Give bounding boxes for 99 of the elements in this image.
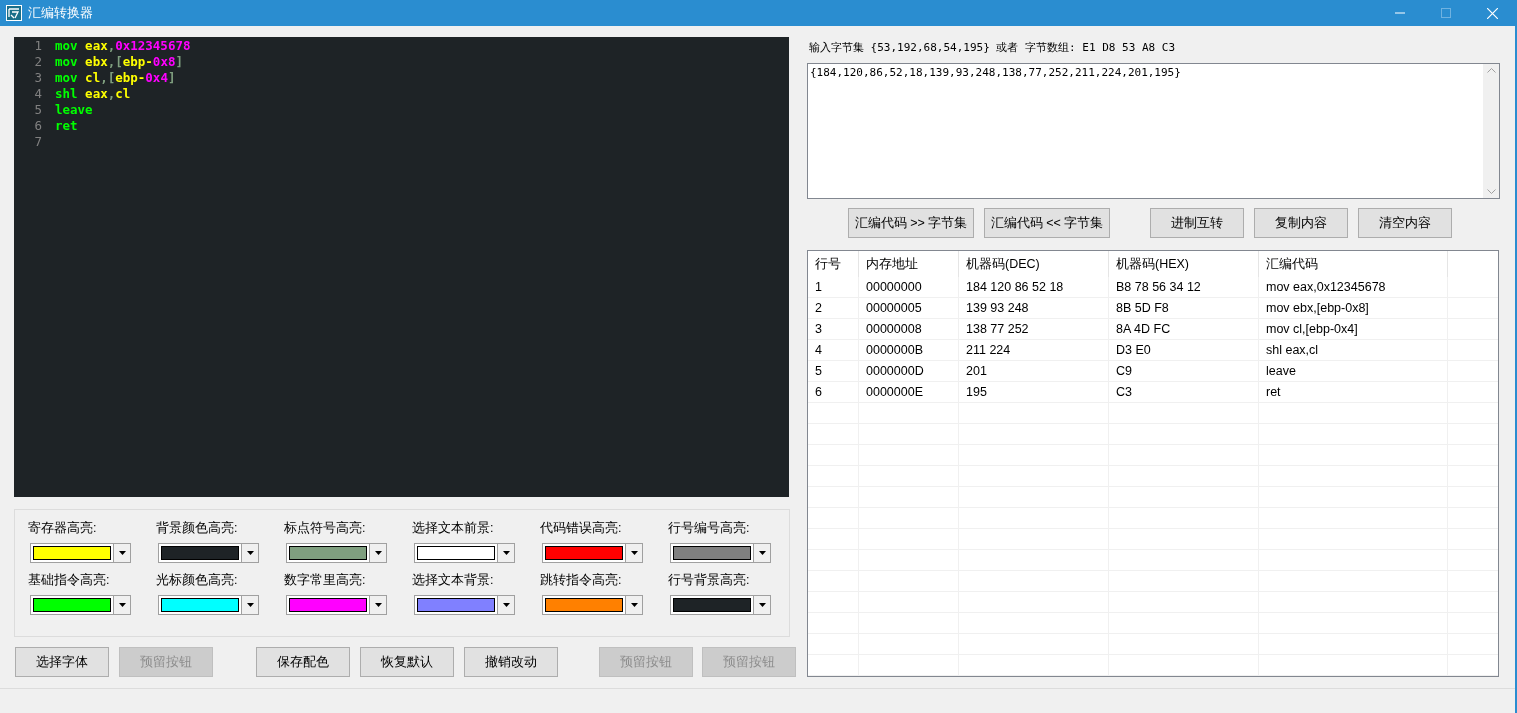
- table-cell: 00000000: [859, 277, 959, 297]
- color-label: 标点符号高亮:: [284, 520, 366, 537]
- table-cell: C3: [1109, 382, 1259, 402]
- code-line: mov cl,[ebp-0x4]: [55, 70, 176, 86]
- color-label: 选择文本背景:: [412, 572, 494, 589]
- table-cell: 184 120 86 52 18: [959, 277, 1109, 297]
- table-cell: 4: [808, 340, 859, 360]
- caret-down-icon: [630, 551, 638, 555]
- code-line: mov eax,0x12345678: [55, 38, 191, 54]
- line-number: 1: [33, 38, 42, 54]
- button[interactable]: 选择字体: [15, 647, 109, 677]
- color-dropdown[interactable]: [30, 595, 131, 615]
- line-number: 4: [33, 86, 42, 102]
- table-cell: D3 E0: [1109, 340, 1259, 360]
- input-hint: 输入字节集 {53,192,68,54,195} 或者 字节数组: E1 D8 53 A8 C3: [809, 40, 1177, 56]
- table-cell: 6: [808, 382, 859, 402]
- color-label: 代码错误高亮:: [540, 520, 622, 537]
- table-cell: 195: [959, 382, 1109, 402]
- caret-down-icon: [374, 551, 382, 555]
- line-number: 6: [33, 118, 42, 134]
- color-dropdown[interactable]: [158, 595, 259, 615]
- button[interactable]: 恢复默认: [360, 647, 454, 677]
- table-cell: 00000008: [859, 319, 959, 339]
- code-line: mov ebx,[ebp-0x8]: [55, 54, 183, 70]
- table-cell: mov cl,[ebp-0x4]: [1259, 319, 1448, 339]
- table-cell: mov ebx,[ebp-0x8]: [1259, 298, 1448, 318]
- color-label: 光标颜色高亮:: [156, 572, 238, 589]
- color-label: 行号背景高亮:: [668, 572, 750, 589]
- button[interactable]: 清空内容: [1358, 208, 1452, 238]
- color-dropdown[interactable]: [30, 543, 131, 563]
- table-cell: leave: [1259, 361, 1448, 381]
- caret-down-icon: [374, 603, 382, 607]
- table-cell: 138 77 252: [959, 319, 1109, 339]
- code-line: ret: [55, 118, 78, 134]
- color-dropdown[interactable]: [414, 543, 515, 563]
- color-dropdown[interactable]: [670, 543, 771, 563]
- table-cell: 3: [808, 319, 859, 339]
- table-cell: 0000000E: [859, 382, 959, 402]
- table-cell: 8B 5D F8: [1109, 298, 1259, 318]
- button[interactable]: 保存配色: [256, 647, 350, 677]
- button[interactable]: 汇编代码 >> 字节集: [848, 208, 974, 238]
- table-cell: 2: [808, 298, 859, 318]
- color-dropdown[interactable]: [286, 595, 387, 615]
- button[interactable]: 撤销改动: [464, 647, 558, 677]
- caret-down-icon: [246, 551, 254, 555]
- code-editor[interactable]: 1 mov eax,0x12345678 2 mov ebx,[ebp-0x8] 3 mov cl,[ebp-0x4] 4 shl eax,cl 5 leave 6 ret 7: [14, 38, 789, 497]
- table-cell: 00000005: [859, 298, 959, 318]
- color-dropdown[interactable]: [542, 543, 643, 563]
- caret-down-icon: [758, 551, 766, 555]
- table-cell: C9: [1109, 361, 1259, 381]
- table-cell: 0000000D: [859, 361, 959, 381]
- caret-down-icon: [118, 551, 126, 555]
- color-label: 寄存器高亮:: [28, 520, 97, 537]
- caret-down-icon: [118, 603, 126, 607]
- table-cell: 1: [808, 277, 859, 297]
- window-title: 汇编转换器: [28, 4, 93, 22]
- color-dropdown[interactable]: [158, 543, 259, 563]
- caret-down-icon: [758, 603, 766, 607]
- code-line: leave: [55, 102, 93, 118]
- color-label: 跳转指令高亮:: [540, 572, 622, 589]
- color-dropdown[interactable]: [542, 595, 643, 615]
- line-number: 2: [33, 54, 42, 70]
- app-logo-icon: [6, 5, 22, 21]
- color-label: 基础指令高亮:: [28, 572, 110, 589]
- column-header[interactable]: 行号: [808, 251, 859, 277]
- code-line: shl eax,cl: [55, 86, 131, 102]
- color-label: 数字常里高亮:: [284, 572, 366, 589]
- color-label: 选择文本前景:: [412, 520, 494, 537]
- close-icon[interactable]: [1486, 7, 1498, 19]
- table-cell: 139 93 248: [959, 298, 1109, 318]
- color-label: 行号编号高亮:: [668, 520, 750, 537]
- table-cell: ret: [1259, 382, 1448, 402]
- table-cell: B8 78 56 34 12: [1109, 277, 1259, 297]
- table-cell: mov eax,0x12345678: [1259, 277, 1448, 297]
- caret-down-icon: [630, 603, 638, 607]
- table-cell: 8A 4D FC: [1109, 319, 1259, 339]
- button[interactable]: 复制内容: [1254, 208, 1348, 238]
- column-header[interactable]: 汇编代码: [1259, 251, 1448, 277]
- color-dropdown[interactable]: [414, 595, 515, 615]
- caret-down-icon: [502, 603, 510, 607]
- button[interactable]: 汇编代码 << 字节集: [984, 208, 1110, 238]
- table-cell: 5: [808, 361, 859, 381]
- color-label: 背景颜色高亮:: [156, 520, 238, 537]
- line-number: 3: [33, 70, 42, 86]
- line-number: 7: [33, 134, 42, 150]
- table-cell: 211 224: [959, 340, 1109, 360]
- color-dropdown[interactable]: [286, 543, 387, 563]
- maximize-icon: [1441, 8, 1451, 18]
- button[interactable]: 进制互转: [1150, 208, 1244, 238]
- table-cell: 0000000B: [859, 340, 959, 360]
- column-header[interactable]: 内存地址: [859, 251, 959, 277]
- column-header[interactable]: 机器码(HEX): [1109, 251, 1259, 277]
- column-header[interactable]: 机器码(DEC): [959, 251, 1109, 277]
- table-cell: 201: [959, 361, 1109, 381]
- table-cell: shl eax,cl: [1259, 340, 1448, 360]
- color-dropdown[interactable]: [670, 595, 771, 615]
- line-number: 5: [33, 102, 42, 118]
- caret-down-icon: [246, 603, 254, 607]
- caret-down-icon: [502, 551, 510, 555]
